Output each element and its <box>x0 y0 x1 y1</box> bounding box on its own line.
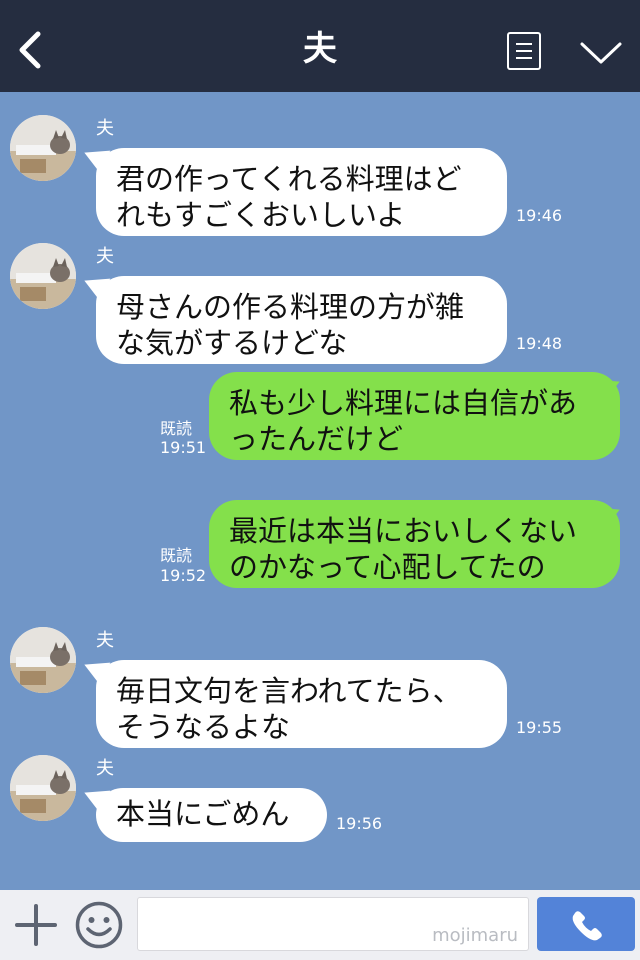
message-time: 19:51 <box>160 438 207 457</box>
chat-header: 夫 <box>0 0 640 92</box>
message-bubble[interactable]: 君の作ってくれる料理はど れもすごくおいしいよ <box>96 148 507 236</box>
plus-icon[interactable] <box>14 903 58 947</box>
message-time: 19:48 <box>516 334 563 353</box>
avatar[interactable] <box>10 243 76 309</box>
sender-name: 夫 <box>96 246 114 267</box>
cat-photo-icon <box>10 627 76 693</box>
sender-name: 夫 <box>96 118 114 139</box>
message-bubble[interactable]: 毎日文句を言われてたら、 そうなるよな <box>96 660 507 748</box>
message-time: 19:52 <box>160 566 207 585</box>
cat-photo-icon <box>10 243 76 309</box>
message-list[interactable]: 夫 君の作ってくれる料理はど れもすごくおいしいよ 19:46 夫 母さんの作る… <box>0 92 640 890</box>
cat-photo-icon <box>10 755 76 821</box>
cat-photo-icon <box>10 115 76 181</box>
sender-name: 夫 <box>96 758 114 779</box>
page-title: 夫 <box>303 29 337 69</box>
message-input[interactable]: mojimaru <box>137 897 529 951</box>
message-time: 19:56 <box>336 814 383 833</box>
avatar[interactable] <box>10 627 76 693</box>
message-bubble[interactable]: 本当にごめん <box>96 788 327 842</box>
avatar[interactable] <box>10 115 76 181</box>
read-receipt: 既読 <box>160 546 193 565</box>
avatar[interactable] <box>10 755 76 821</box>
call-button[interactable] <box>537 897 635 951</box>
message-bubble[interactable]: 最近は本当においしくない のかなって心配してたの <box>209 500 620 588</box>
sender-name: 夫 <box>96 630 114 651</box>
chevron-down-icon[interactable] <box>578 38 624 68</box>
read-receipt: 既読 <box>160 419 193 438</box>
list-icon[interactable] <box>507 32 541 70</box>
message-bubble[interactable]: 母さんの作る料理の方が雑 な気がするけどな <box>96 276 507 364</box>
smiley-icon[interactable] <box>74 900 124 950</box>
phone-icon <box>572 911 602 941</box>
message-bubble[interactable]: 私も少し料理には自信があ ったんだけど <box>209 372 620 460</box>
message-time: 19:46 <box>516 206 563 225</box>
message-time: 19:55 <box>516 718 563 737</box>
watermark-text: mojimaru <box>432 925 518 946</box>
